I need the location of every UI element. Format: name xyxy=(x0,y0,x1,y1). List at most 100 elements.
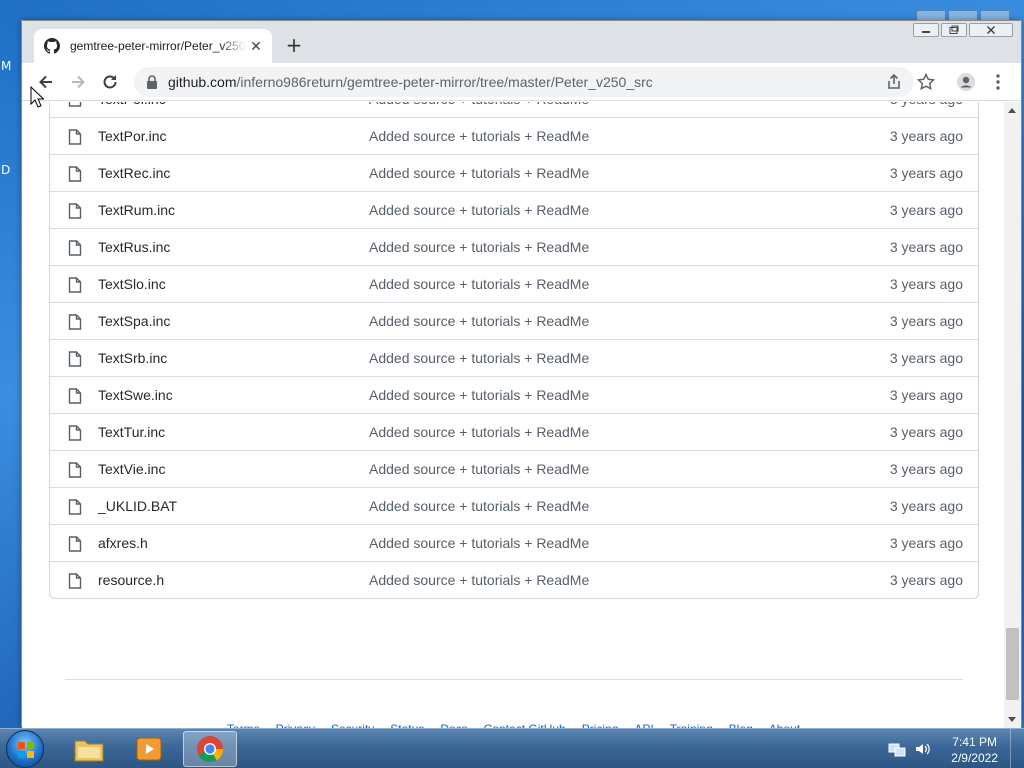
start-button[interactable] xyxy=(6,730,44,768)
commit-age: 3 years ago xyxy=(889,202,963,218)
taskbar-explorer[interactable] xyxy=(62,731,116,767)
file-name-link[interactable]: _UKLID.BAT xyxy=(98,498,177,514)
file-name-link[interactable]: TextSrb.inc xyxy=(98,350,167,366)
commit-message-link[interactable]: Added source + tutorials + ReadMe xyxy=(369,239,589,255)
address-bar[interactable]: github.com/inferno986return/gemtree-pete… xyxy=(134,67,914,97)
github-icon xyxy=(44,38,60,54)
commit-age: 3 years ago xyxy=(889,128,963,144)
file-row[interactable]: TextSpa.inc Added source + tutorials + Re… xyxy=(50,302,978,339)
page-viewport: TextPol.inc Added source + tutorials + Re… xyxy=(22,102,1005,728)
reload-icon[interactable] xyxy=(100,72,120,92)
scroll-thumb[interactable] xyxy=(1006,628,1019,700)
commit-message-link[interactable]: Added source + tutorials + ReadMe xyxy=(369,387,589,403)
file-icon xyxy=(68,388,82,404)
commit-message-link[interactable]: Added source + tutorials + ReadMe xyxy=(369,128,589,144)
commit-age: 3 years ago xyxy=(889,276,963,292)
scroll-down-arrow-icon[interactable] xyxy=(1008,717,1016,722)
volume-icon[interactable] xyxy=(914,741,932,757)
network-icon[interactable] xyxy=(888,741,906,757)
minimize-button[interactable] xyxy=(913,23,939,37)
share-icon[interactable] xyxy=(884,72,904,92)
file-name-link[interactable]: TextRum.inc xyxy=(98,202,175,218)
file-icon xyxy=(68,277,82,293)
commit-message-link[interactable]: Added source + tutorials + ReadMe xyxy=(369,572,589,588)
window-controls xyxy=(913,23,1013,37)
file-row[interactable]: TextSwe.inc Added source + tutorials + Re… xyxy=(50,376,978,413)
commit-age: 3 years ago xyxy=(889,350,963,366)
restore-button[interactable] xyxy=(941,23,967,37)
file-icon xyxy=(68,536,82,552)
commit-message-link[interactable]: Added source + tutorials + ReadMe xyxy=(369,102,589,107)
file-row[interactable]: TextRum.inc Added source + tutorials + Re… xyxy=(50,191,978,228)
file-name-link[interactable]: resource.h xyxy=(98,572,164,588)
tab-close-icon[interactable]: ✕ xyxy=(248,38,264,54)
file-name-link[interactable]: TextRec.inc xyxy=(98,165,170,181)
restore-icon xyxy=(949,25,959,34)
lock-icon[interactable] xyxy=(146,75,158,89)
file-icon xyxy=(68,314,82,330)
file-icon xyxy=(68,462,82,478)
file-name-link[interactable]: TextTur.inc xyxy=(98,424,165,440)
file-row[interactable]: TextPol.inc Added source + tutorials + Re… xyxy=(50,102,978,117)
commit-message-link[interactable]: Added source + tutorials + ReadMe xyxy=(369,276,589,292)
tab-strip: gemtree-peter-mirror/Peter_v250_src ✕ + xyxy=(22,21,1021,63)
scroll-up-arrow-icon[interactable] xyxy=(1008,108,1016,113)
file-row[interactable]: TextTur.inc Added source + tutorials + Re… xyxy=(50,413,978,450)
file-icon xyxy=(68,102,82,107)
file-name-link[interactable]: TextPol.inc xyxy=(98,102,166,107)
show-desktop-button[interactable] xyxy=(1010,729,1024,768)
commit-message-link[interactable]: Added source + tutorials + ReadMe xyxy=(369,424,589,440)
taskbar: 7:41 PM 2/9/2022 xyxy=(0,728,1024,768)
new-tab-button[interactable]: + xyxy=(284,35,304,55)
desktop-icon-label-d: D xyxy=(1,163,11,177)
commit-age: 3 years ago xyxy=(889,461,963,477)
forward-arrow-icon[interactable] xyxy=(68,72,88,92)
mouse-cursor-icon xyxy=(30,86,44,108)
file-row[interactable]: TextVie.inc Added source + tutorials + Re… xyxy=(50,450,978,487)
file-name-link[interactable]: TextSlo.inc xyxy=(98,276,166,292)
file-row[interactable]: resource.h Added source + tutorials + Rea… xyxy=(50,561,978,598)
commit-age: 3 years ago xyxy=(889,239,963,255)
taskbar-chrome[interactable] xyxy=(183,731,237,767)
taskbar-media-player[interactable] xyxy=(122,731,176,767)
vertical-scrollbar[interactable] xyxy=(1004,102,1021,728)
browser-toolbar: github.com/inferno986return/gemtree-pete… xyxy=(22,63,1021,101)
commit-message-link[interactable]: Added source + tutorials + ReadMe xyxy=(369,461,589,477)
file-row[interactable]: afxres.h Added source + tutorials + ReadM… xyxy=(50,524,978,561)
commit-message-link[interactable]: Added source + tutorials + ReadMe xyxy=(369,350,589,366)
commit-age: 3 years ago xyxy=(889,498,963,514)
commit-age: 3 years ago xyxy=(889,572,963,588)
file-icon xyxy=(68,203,82,219)
file-name-link[interactable]: TextRus.inc xyxy=(98,239,170,255)
commit-message-link[interactable]: Added source + tutorials + ReadMe xyxy=(369,498,589,514)
tab-github[interactable]: gemtree-peter-mirror/Peter_v250_src ✕ xyxy=(34,29,272,63)
commit-age: 3 years ago xyxy=(889,165,963,181)
file-row[interactable]: TextRus.inc Added source + tutorials + Re… xyxy=(50,228,978,265)
file-name-link[interactable]: TextPor.inc xyxy=(98,128,166,144)
file-row[interactable]: TextRec.inc Added source + tutorials + Re… xyxy=(50,154,978,191)
commit-age: 3 years ago xyxy=(889,535,963,551)
file-row[interactable]: TextPor.inc Added source + tutorials + Re… xyxy=(50,117,978,154)
clock[interactable]: 7:41 PM 2/9/2022 xyxy=(951,734,998,766)
commit-message-link[interactable]: Added source + tutorials + ReadMe xyxy=(369,535,589,551)
file-name-link[interactable]: TextVie.inc xyxy=(98,461,165,477)
file-name-link[interactable]: TextSwe.inc xyxy=(98,387,173,403)
more-menu-icon[interactable] xyxy=(988,72,1008,92)
file-row[interactable]: TextSlo.inc Added source + tutorials + Re… xyxy=(50,265,978,302)
desktop-icon-label-m: M xyxy=(1,59,12,73)
close-window-button[interactable] xyxy=(969,23,1013,37)
file-name-link[interactable]: TextSpa.inc xyxy=(98,313,170,329)
url-text: github.com/inferno986return/gemtree-pete… xyxy=(168,74,653,90)
profile-avatar-icon[interactable] xyxy=(956,72,976,92)
commit-message-link[interactable]: Added source + tutorials + ReadMe xyxy=(369,165,589,181)
clock-date: 2/9/2022 xyxy=(951,751,998,765)
system-tray xyxy=(888,741,932,757)
commit-message-link[interactable]: Added source + tutorials + ReadMe xyxy=(369,202,589,218)
file-icon xyxy=(68,499,82,515)
file-row[interactable]: TextSrb.inc Added source + tutorials + Re… xyxy=(50,339,978,376)
file-row[interactable]: _UKLID.BAT Added source + tutorials + Rea… xyxy=(50,487,978,524)
commit-message-link[interactable]: Added source + tutorials + ReadMe xyxy=(369,313,589,329)
footer-divider xyxy=(65,679,963,680)
file-name-link[interactable]: afxres.h xyxy=(98,535,148,551)
bookmark-star-icon[interactable] xyxy=(916,72,936,92)
